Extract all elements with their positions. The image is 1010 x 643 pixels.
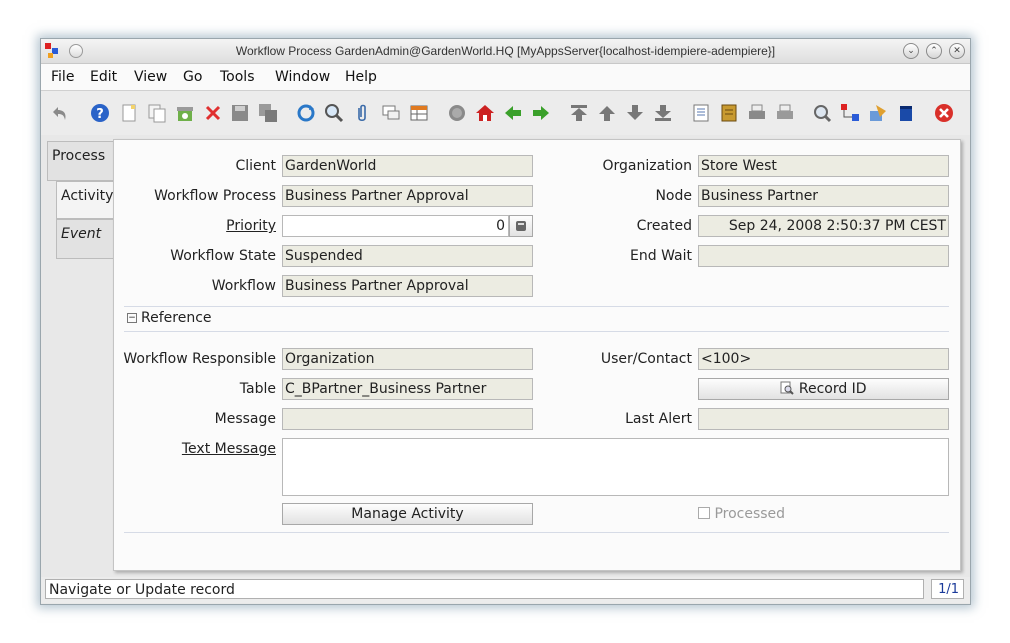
window-title: Workflow Process GardenAdmin@GardenWorld… (235, 44, 776, 58)
copy-icon[interactable] (147, 103, 167, 123)
menu-file[interactable]: File (51, 69, 74, 85)
last-alert-label: Last Alert (625, 411, 692, 427)
tab-process[interactable]: Process (47, 141, 113, 181)
print-preview-icon[interactable] (775, 103, 795, 123)
zoom-icon (780, 381, 795, 395)
node-field[interactable]: Business Partner (698, 185, 949, 207)
tab-activity[interactable]: Activity (56, 181, 114, 219)
forward-icon[interactable] (531, 103, 551, 123)
archive-viewer-icon[interactable] (719, 103, 739, 123)
text-message-label: Text Message (181, 441, 276, 457)
menu-bar: File Edit View Go Tools Window Help (41, 64, 970, 91)
calculator-button[interactable] (509, 215, 533, 237)
record-id-button[interactable]: Record ID (698, 378, 949, 400)
table-label: Table (239, 381, 276, 397)
print-icon[interactable] (747, 103, 767, 123)
refresh-icon[interactable] (296, 103, 316, 123)
attachment-icon[interactable] (352, 103, 372, 123)
workflow-state-field[interactable]: Suspended (282, 245, 533, 267)
request-icon[interactable] (868, 103, 888, 123)
back-icon[interactable] (503, 103, 523, 123)
processed-checkbox[interactable]: Processed (698, 506, 785, 522)
close-button[interactable]: ✕ (949, 43, 965, 59)
record-count[interactable]: 1/1 (931, 579, 964, 599)
next-icon[interactable] (625, 103, 645, 123)
menu-tools[interactable]: Tools (220, 69, 255, 85)
exit-icon[interactable] (934, 103, 954, 123)
tab-event[interactable]: Event (56, 219, 114, 259)
save-new-icon[interactable] (258, 103, 278, 123)
workflow-state-label: Workflow State (170, 248, 276, 264)
find-icon[interactable] (324, 103, 344, 123)
undo-icon[interactable] (51, 103, 71, 123)
status-text: Navigate or Update record (45, 579, 924, 599)
maximize-button[interactable]: ⌃ (926, 43, 942, 59)
organization-label: Organization (602, 158, 692, 174)
grid-toggle-icon[interactable] (409, 103, 429, 123)
last-icon[interactable] (653, 103, 673, 123)
organization-field[interactable]: Store West (698, 155, 949, 177)
first-icon[interactable] (569, 103, 589, 123)
zoom-across-icon[interactable] (812, 103, 832, 123)
history-icon[interactable] (447, 103, 467, 123)
report-icon[interactable] (691, 103, 711, 123)
chat-icon[interactable] (381, 103, 401, 123)
previous-icon[interactable] (597, 103, 617, 123)
workflow-responsible-label: Workflow Responsible (123, 351, 276, 367)
processed-label: Processed (714, 506, 786, 522)
manage-activity-button[interactable]: Manage Activity (282, 503, 533, 525)
message-label: Message (214, 411, 276, 427)
reference-section: − Reference (124, 306, 949, 332)
client-field[interactable]: GardenWorld (282, 155, 533, 177)
priority-label: Priority (226, 218, 276, 234)
last-alert-field[interactable] (698, 408, 949, 430)
workflow-process-field[interactable]: Business Partner Approval (282, 185, 533, 207)
client-label: Client (235, 158, 276, 174)
new-icon[interactable] (119, 103, 139, 123)
minimize-button[interactable]: ⌄ (903, 43, 919, 59)
created-field[interactable]: Sep 24, 2008 2:50:37 PM CEST (698, 215, 949, 237)
record-id-label: Record ID (798, 381, 867, 397)
workflow-field[interactable]: Business Partner Approval (282, 275, 533, 297)
toolbar: ? (41, 91, 970, 135)
created-label: Created (636, 218, 692, 234)
svg-text:?: ? (96, 107, 104, 122)
priority-field[interactable]: 0 (282, 215, 509, 237)
application-window: Workflow Process GardenAdmin@GardenWorld… (40, 38, 971, 605)
user-contact-field[interactable]: <100> (698, 348, 949, 370)
active-workflows-icon[interactable] (840, 103, 860, 123)
reference-header[interactable]: Reference (141, 310, 212, 326)
workflow-label: Workflow (211, 278, 276, 294)
menu-help[interactable]: Help (345, 69, 377, 85)
delete-icon[interactable] (203, 103, 223, 123)
user-contact-label: User/Contact (600, 351, 692, 367)
form-panel: Client GardenWorld Organization Store We… (113, 139, 961, 571)
end-wait-label: End Wait (630, 248, 692, 264)
archive-icon[interactable] (175, 103, 195, 123)
workflow-process-label: Workflow Process (154, 188, 276, 204)
text-message-field[interactable] (282, 438, 949, 496)
status-bar: Navigate or Update record 1/1 (41, 577, 970, 603)
table-field[interactable]: C_BPartner_Business Partner (282, 378, 533, 400)
menu-edit[interactable]: Edit (90, 69, 117, 85)
workflow-responsible-field[interactable]: Organization (282, 348, 533, 370)
node-label: Node (655, 188, 692, 204)
save-icon[interactable] (230, 103, 250, 123)
collapse-icon[interactable]: − (127, 313, 137, 323)
menu-go[interactable]: Go (183, 69, 202, 85)
message-field[interactable] (282, 408, 533, 430)
title-bar: Workflow Process GardenAdmin@GardenWorld… (41, 39, 970, 64)
product-info-icon[interactable] (896, 103, 916, 123)
menu-window[interactable]: Window (275, 69, 330, 85)
help-icon[interactable]: ? (90, 103, 110, 123)
calculator-icon (516, 221, 526, 231)
menu-view[interactable]: View (134, 69, 167, 85)
home-icon[interactable] (475, 103, 495, 123)
section-divider (124, 532, 949, 533)
checkbox-box (698, 507, 710, 519)
end-wait-field[interactable] (698, 245, 949, 267)
